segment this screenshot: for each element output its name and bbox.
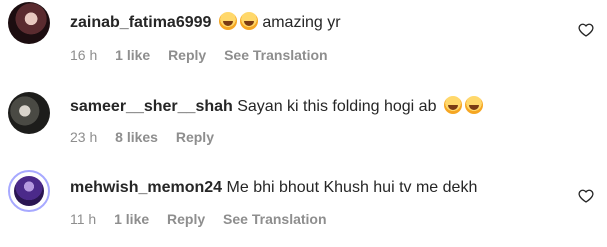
like-count[interactable]: 1 like xyxy=(115,47,150,63)
comment-item: sameer__sher__shah Sayan ki this folding… xyxy=(0,80,607,166)
reply-button[interactable]: Reply xyxy=(168,47,206,63)
heart-icon[interactable] xyxy=(578,188,594,204)
reply-button[interactable]: Reply xyxy=(176,129,214,145)
heart-icon[interactable] xyxy=(578,22,594,38)
comment-username[interactable]: sameer__sher__shah xyxy=(70,98,233,115)
comment-item: mehwish_memon24 Me bhi bhout Khush hui t… xyxy=(0,166,607,247)
comment-username[interactable]: zainab_fatima6999 xyxy=(70,14,211,31)
comment-meta: 11 h 1 like Reply See Translation xyxy=(70,210,341,228)
avatar[interactable] xyxy=(8,92,50,134)
comment-time: 11 h xyxy=(70,211,97,227)
comment-meta: 23 h 8 likes Reply xyxy=(70,128,228,146)
tears-of-joy-emoji-icon xyxy=(443,96,462,114)
comment-time: 16 h xyxy=(70,47,98,63)
comment-item: zainab_fatima6999 amazing yr 16 h 1 like… xyxy=(0,0,607,80)
comment-text: Me bhi bhout Khush hui tv me dekh xyxy=(226,179,478,196)
comment-text: Sayan ki this folding hogi ab xyxy=(237,98,437,115)
like-count[interactable]: 1 like xyxy=(114,211,149,227)
tears-of-joy-emoji-icon xyxy=(239,12,258,30)
comment-meta: 16 h 1 like Reply See Translation xyxy=(70,46,342,64)
like-count[interactable]: 8 likes xyxy=(115,129,158,145)
comment-line: sameer__sher__shah Sayan ki this folding… xyxy=(70,96,483,117)
tears-of-joy-emoji-icon xyxy=(464,96,483,114)
see-translation-button[interactable]: See Translation xyxy=(224,47,327,63)
comment-line: zainab_fatima6999 amazing yr xyxy=(70,12,341,33)
see-translation-button[interactable]: See Translation xyxy=(223,211,326,227)
avatar[interactable] xyxy=(8,2,50,44)
comment-time: 23 h xyxy=(70,129,98,145)
tears-of-joy-emoji-icon xyxy=(218,12,237,30)
avatar[interactable] xyxy=(8,170,50,212)
reply-button[interactable]: Reply xyxy=(167,211,205,227)
comment-line: mehwish_memon24 Me bhi bhout Khush hui t… xyxy=(70,178,477,198)
avatar-image xyxy=(14,176,44,206)
comment-username[interactable]: mehwish_memon24 xyxy=(70,179,222,196)
comment-text: amazing yr xyxy=(262,14,341,31)
